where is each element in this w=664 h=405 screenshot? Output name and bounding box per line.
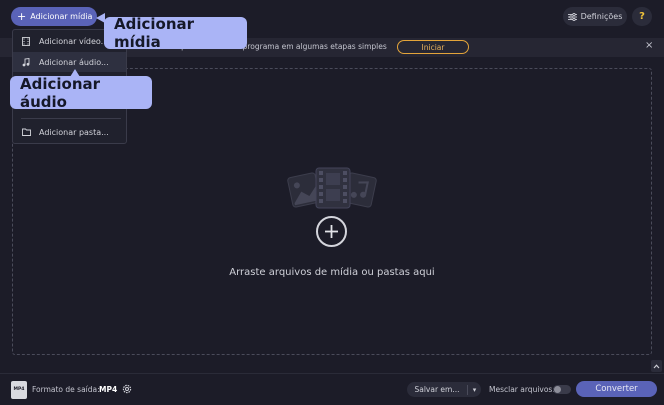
start-tutorial-button[interactable]: Iniciar bbox=[397, 40, 469, 54]
close-icon[interactable]: × bbox=[645, 40, 653, 51]
film-icon bbox=[21, 36, 31, 46]
plus-icon: + bbox=[17, 10, 27, 23]
menu-item-label: Adicionar vídeo... bbox=[39, 36, 109, 46]
merge-files-toggle[interactable] bbox=[553, 385, 571, 394]
help-button[interactable]: ? bbox=[632, 7, 652, 26]
toggle-knob bbox=[554, 386, 561, 393]
menu-divider bbox=[21, 118, 121, 119]
bottom-bar: MP4 Formato de saída: MP4 Salvar em... ▾… bbox=[0, 373, 664, 405]
add-media-label: Adicionar mídia bbox=[30, 12, 93, 21]
menu-item-label: Adicionar pasta... bbox=[39, 127, 109, 137]
callout-add-audio: Adicionar áudio bbox=[10, 75, 152, 111]
chevron-up-icon bbox=[653, 363, 660, 368]
save-to-button[interactable]: Salvar em... ▾ bbox=[407, 382, 481, 397]
format-icon[interactable]: MP4 bbox=[11, 381, 27, 399]
media-files-icon bbox=[287, 167, 377, 209]
add-files-button[interactable] bbox=[316, 216, 347, 247]
format-value[interactable]: MP4 bbox=[99, 385, 117, 394]
folder-icon bbox=[21, 128, 31, 136]
settings-button[interactable]: Definições bbox=[563, 7, 627, 26]
convert-button[interactable]: Converter bbox=[576, 381, 657, 397]
settings-label: Definições bbox=[580, 12, 623, 21]
chevron-down-icon[interactable]: ▾ bbox=[468, 386, 481, 394]
save-to-label: Salvar em... bbox=[414, 385, 460, 394]
menu-item-label: Adicionar áudio... bbox=[39, 57, 109, 67]
scroll-up-button[interactable] bbox=[651, 360, 662, 372]
sliders-icon bbox=[567, 12, 577, 21]
format-label: Formato de saída: bbox=[32, 385, 100, 394]
menu-item-add-folder[interactable]: Adicionar pasta... bbox=[13, 122, 126, 142]
add-media-button[interactable]: + Adicionar mídia bbox=[11, 7, 97, 26]
drop-zone-hint: Arraste arquivos de mídia ou pastas aqui bbox=[229, 267, 435, 278]
music-note-icon bbox=[21, 57, 31, 67]
callout-add-media: Adicionar mídia bbox=[104, 15, 247, 51]
gear-icon[interactable] bbox=[121, 383, 133, 395]
merge-files-label: Mesclar arquivos: bbox=[489, 385, 555, 394]
plus-icon bbox=[325, 225, 338, 238]
